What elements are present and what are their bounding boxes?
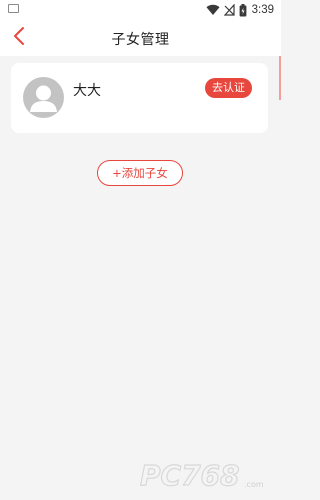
status-bar: 3:39 — [0, 0, 281, 20]
status-time: 3:39 — [251, 4, 274, 16]
child-name: 大大 — [73, 83, 101, 99]
no-signal-icon — [223, 4, 235, 16]
page-title: 子女管理 — [111, 32, 170, 48]
verify-button[interactable]: 去认证 — [205, 78, 252, 98]
status-icons: 3:39 — [206, 2, 274, 18]
child-card[interactable]: 大大 去认证 — [11, 63, 268, 133]
scroll-indicator — [279, 56, 281, 100]
nav-bar: 子女管理 — [0, 20, 281, 56]
watermark-logo: PC768 .com — [139, 458, 276, 492]
svg-text:.com: .com — [244, 480, 264, 489]
battery-icon — [239, 3, 247, 17]
svg-text:PC768: PC768 — [140, 459, 240, 492]
gallery-icon — [8, 4, 19, 13]
add-child-button[interactable]: +添加子女 — [97, 160, 183, 186]
child-management-screen: 3:39 子女管理 大大 去认证 +添加子女 PC768 .com — [0, 0, 281, 500]
default-avatar-icon — [23, 77, 64, 118]
wifi-icon — [206, 4, 220, 16]
